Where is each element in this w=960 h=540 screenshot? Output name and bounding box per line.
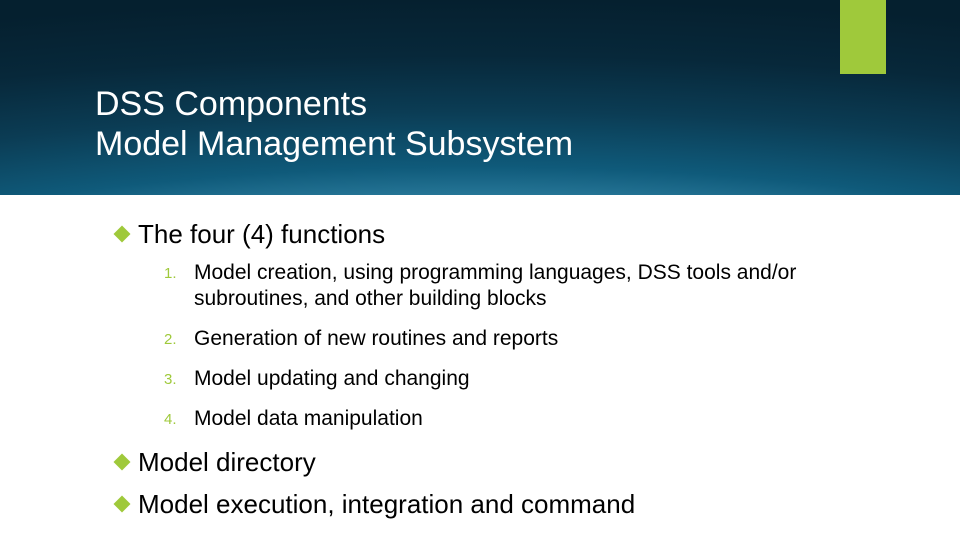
accent-decoration xyxy=(840,0,886,74)
bullet-item-1: The four (4) functions xyxy=(116,218,896,250)
bullet-text: Model directory xyxy=(138,446,316,478)
list-number: 4. xyxy=(164,406,194,428)
bullet-item-2: Model directory xyxy=(116,446,896,478)
list-text: Model updating and changing xyxy=(194,366,470,392)
numbered-list: 1. Model creation, using programming lan… xyxy=(164,260,896,432)
list-text: Model data manipulation xyxy=(194,406,423,432)
title-line-1: DSS Components xyxy=(95,84,573,124)
list-text: Generation of new routines and reports xyxy=(194,326,558,352)
diamond-bullet-icon xyxy=(114,496,131,513)
list-item: 4. Model data manipulation xyxy=(164,406,896,432)
slide-body: The four (4) functions 1. Model creation… xyxy=(116,218,896,530)
list-number: 3. xyxy=(164,366,194,388)
list-text: Model creation, using programming langua… xyxy=(194,260,896,312)
bullet-item-3: Model execution, integration and command xyxy=(116,488,896,520)
list-item: 1. Model creation, using programming lan… xyxy=(164,260,896,312)
list-item: 2. Generation of new routines and report… xyxy=(164,326,896,352)
bullet-text: The four (4) functions xyxy=(138,218,385,250)
diamond-bullet-icon xyxy=(114,226,131,243)
bullet-text: Model execution, integration and command xyxy=(138,488,635,520)
slide: DSS Components Model Management Subsyste… xyxy=(0,0,960,540)
list-item: 3. Model updating and changing xyxy=(164,366,896,392)
list-number: 1. xyxy=(164,260,194,282)
diamond-bullet-icon xyxy=(114,454,131,471)
title-line-2: Model Management Subsystem xyxy=(95,124,573,164)
list-number: 2. xyxy=(164,326,194,348)
slide-title: DSS Components Model Management Subsyste… xyxy=(95,84,573,164)
